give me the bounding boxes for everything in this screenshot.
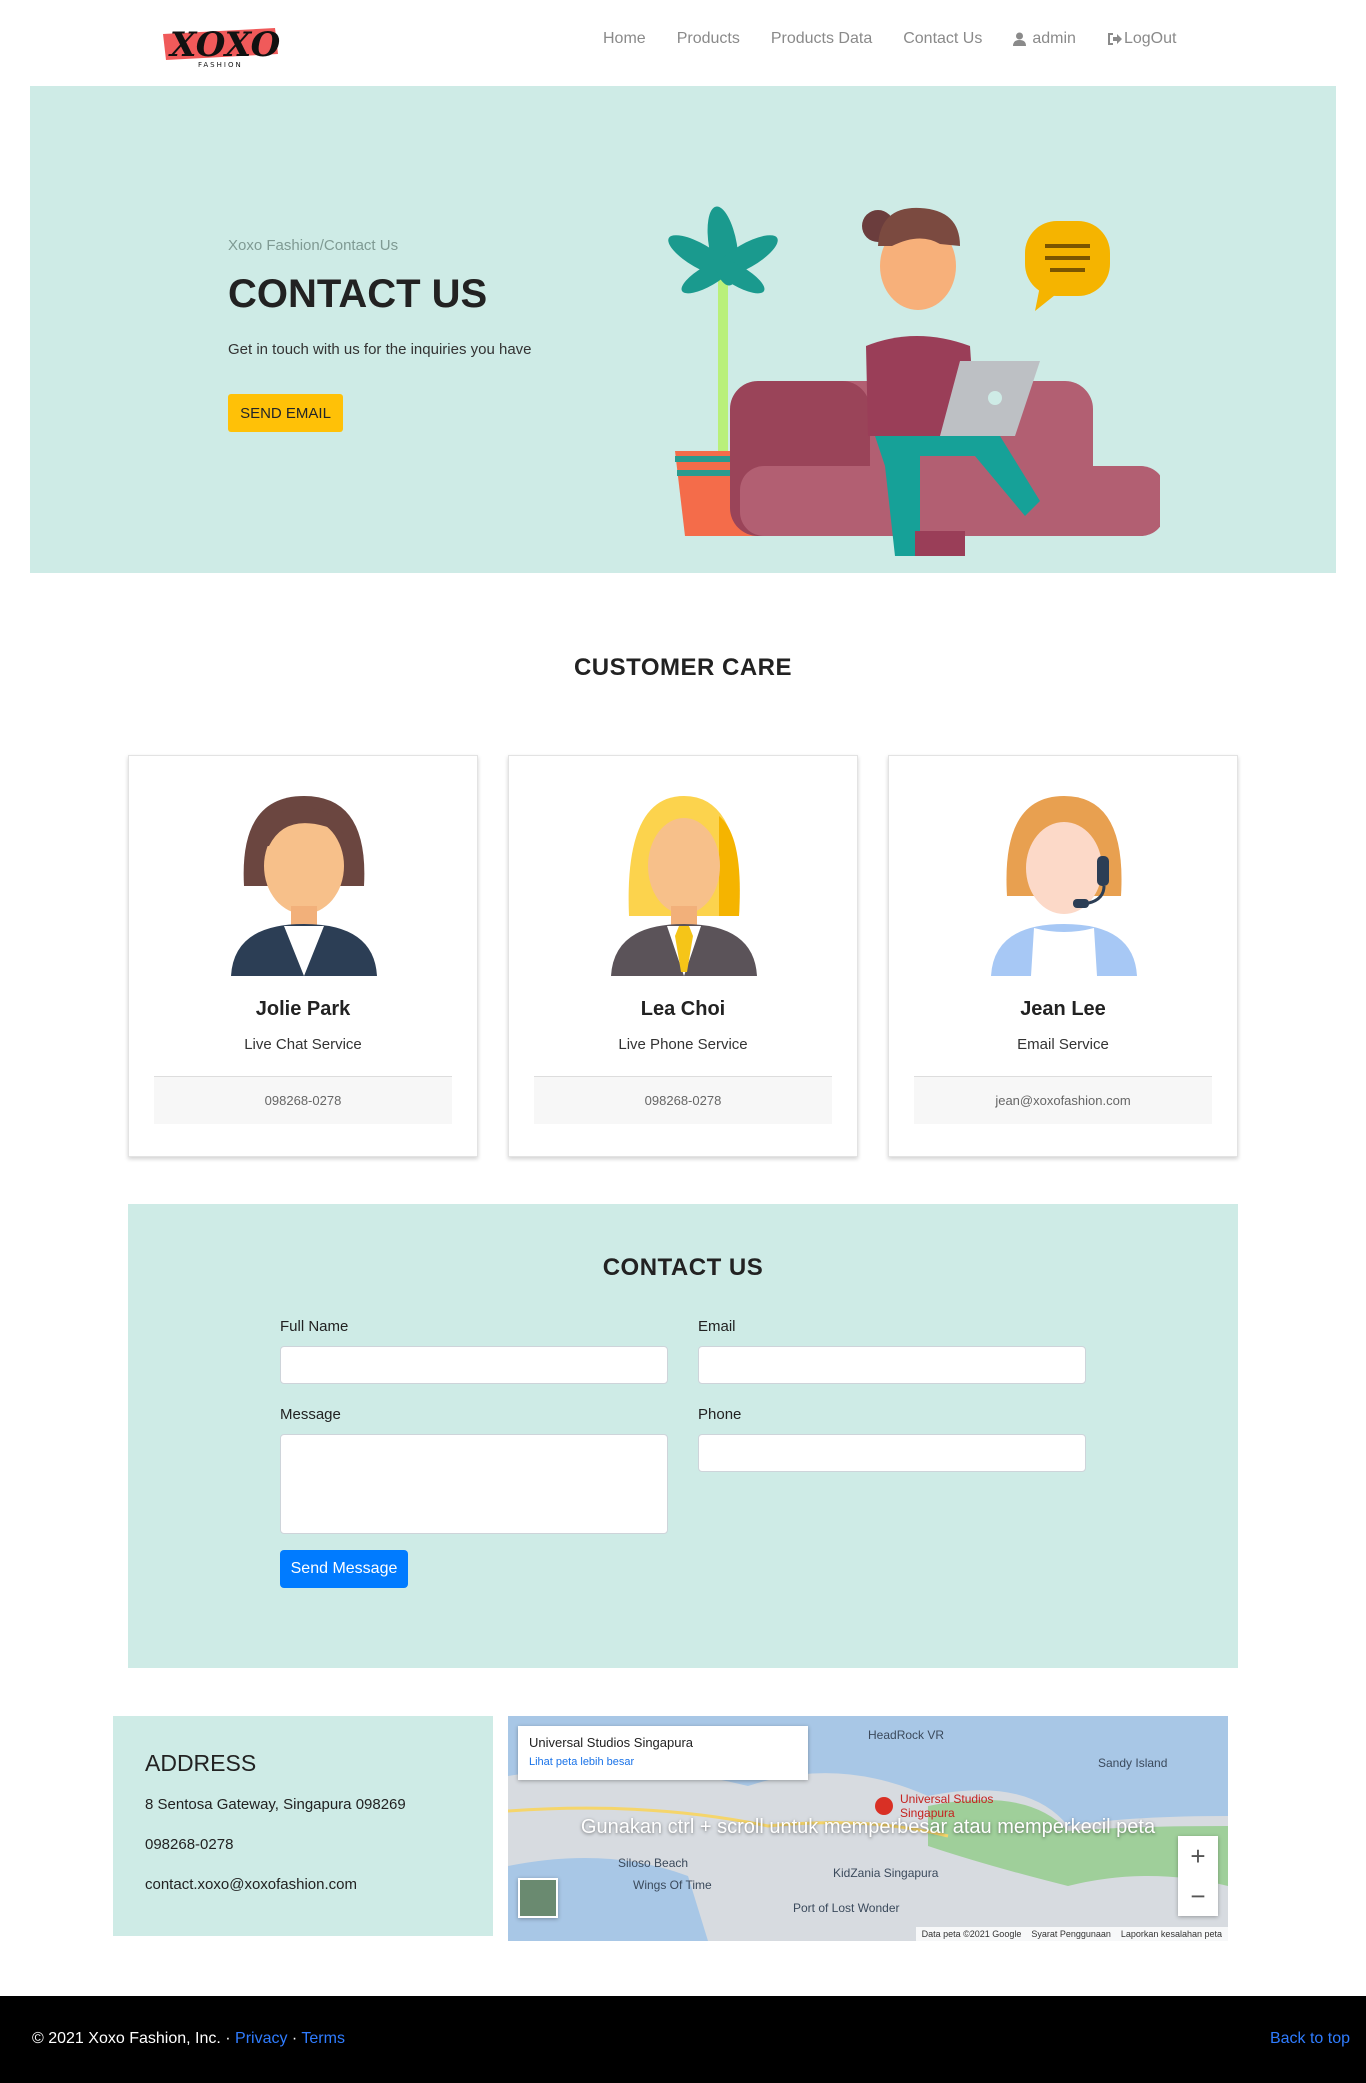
map-label: Wings Of Time	[633, 1878, 712, 1892]
agent-contact: 098268-0278	[534, 1076, 832, 1124]
address-email: contact.xoxo@xoxofashion.com	[145, 1876, 357, 1893]
agent-name: Jean Lee	[1020, 998, 1106, 1020]
agent-card: Jean Lee Email Service jean@xoxofashion.…	[888, 755, 1238, 1157]
view-larger-map-link[interactable]: Lihat peta lebih besar	[529, 1756, 634, 1768]
map-place-card: Universal Studios Singapura Lihat peta l…	[518, 1726, 808, 1780]
google-map[interactable]: HeadRock VR Sandy Island Universal Studi…	[508, 1716, 1228, 1941]
privacy-link[interactable]: Privacy	[235, 2030, 287, 2047]
woman-on-sofa-illustration	[620, 136, 1165, 556]
agent-contact: jean@xoxofashion.com	[914, 1076, 1212, 1124]
send-email-button[interactable]: SEND EMAIL	[228, 394, 343, 432]
nav-products[interactable]: Products	[677, 30, 740, 48]
phone-label: Phone	[698, 1406, 742, 1423]
nav-user-label: admin	[1032, 30, 1076, 47]
agent-role: Email Service	[1017, 1036, 1109, 1053]
map-label: HeadRock VR	[868, 1728, 945, 1742]
map-label: Port of Lost Wonder	[793, 1901, 900, 1915]
svg-text:FASHION: FASHION	[198, 61, 243, 69]
full-name-input[interactable]	[280, 1346, 668, 1384]
brand-logo[interactable]: XOXO FASHION	[160, 14, 281, 70]
email-label: Email	[698, 1318, 736, 1335]
address-street: 8 Sentosa Gateway, Singapura 098269	[145, 1796, 406, 1813]
hero-title: CONTACT US	[228, 272, 488, 316]
address-title: ADDRESS	[145, 1750, 257, 1776]
map-scroll-hint: Gunakan ctrl + scroll untuk memperbesar …	[580, 1816, 1156, 1838]
map-place-name: Universal Studios Singapura	[529, 1735, 694, 1750]
agent-role: Live Chat Service	[244, 1036, 362, 1053]
agent-name: Lea Choi	[640, 998, 726, 1020]
svg-text:XOXO: XOXO	[168, 25, 280, 65]
zoom-out-icon[interactable]: −	[1178, 1876, 1218, 1916]
nav-logout[interactable]: LogOut	[1107, 30, 1176, 48]
agent-name: Jolie Park	[255, 998, 351, 1020]
navbar: XOXO FASHION Home Products Products Data…	[0, 0, 1366, 86]
footer-separator: ·	[287, 2030, 302, 2047]
breadcrumb: Xoxo Fashion/Contact Us	[228, 237, 399, 254]
full-name-label: Full Name	[280, 1318, 349, 1335]
back-to-top-link[interactable]: Back to top	[1270, 2030, 1350, 2048]
send-message-button[interactable]: Send Message	[280, 1550, 408, 1588]
address-panel: ADDRESS 8 Sentosa Gateway, Singapura 098…	[113, 1716, 493, 1936]
satellite-toggle-icon[interactable]	[518, 1878, 558, 1918]
zoom-in-icon[interactable]: +	[1178, 1836, 1218, 1876]
contact-form-title: CONTACT US	[602, 1254, 764, 1281]
hero-banner: Xoxo Fashion/Contact Us CONTACT US Get i…	[30, 86, 1336, 573]
email-input[interactable]	[698, 1346, 1086, 1384]
copyright-text: © 2021 Xoxo Fashion, Inc. ·	[32, 2030, 236, 2047]
user-icon	[1013, 32, 1027, 46]
map-data-credit: Data peta ©2021 Google	[921, 1929, 1022, 1939]
agent-card: Lea Choi Live Phone Service 098268-0278	[508, 755, 858, 1157]
map-attribution: Data peta ©2021 Google Syarat Penggunaan…	[915, 1927, 1228, 1941]
map-terms-link[interactable]: Syarat Penggunaan	[1031, 1929, 1111, 1939]
footer: © 2021 Xoxo Fashion, Inc. · Privacy · Te…	[0, 1996, 1366, 2083]
agent-card: Jolie Park Live Chat Service 098268-0278	[128, 755, 478, 1157]
nav-logout-label: LogOut	[1123, 30, 1177, 47]
map-label: KidZania Singapura	[833, 1866, 939, 1880]
woman-blonde-avatar	[609, 776, 759, 976]
nav-links: Home Products Products Data Contact Us a…	[603, 30, 1207, 48]
woman-headset-avatar	[989, 776, 1139, 976]
customer-care-title: CUSTOMER CARE	[573, 654, 793, 681]
map-label: Sandy Island	[1098, 1756, 1168, 1770]
agent-contact: 098268-0278	[154, 1076, 452, 1124]
terms-link[interactable]: Terms	[301, 2030, 345, 2047]
message-textarea[interactable]	[280, 1434, 668, 1534]
footer-copyright: © 2021 Xoxo Fashion, Inc. · Privacy · Te…	[32, 2030, 345, 2048]
map-zoom-controls: + −	[1178, 1836, 1218, 1916]
address-phone: 098268-0278	[145, 1836, 234, 1853]
hero-subtitle: Get in touch with us for the inquiries y…	[228, 341, 532, 358]
logout-icon	[1107, 33, 1122, 45]
nav-home[interactable]: Home	[603, 30, 646, 48]
phone-input[interactable]	[698, 1434, 1086, 1472]
map-label: Siloso Beach	[618, 1856, 689, 1870]
message-label: Message	[280, 1406, 341, 1423]
nav-contact-us[interactable]: Contact Us	[903, 30, 982, 48]
nav-user[interactable]: admin	[1013, 30, 1076, 48]
agent-role: Live Phone Service	[618, 1036, 748, 1053]
nav-products-data[interactable]: Products Data	[771, 30, 872, 48]
map-report-link[interactable]: Laporkan kesalahan peta	[1121, 1929, 1222, 1939]
woman-brown-hair-avatar	[229, 776, 379, 976]
